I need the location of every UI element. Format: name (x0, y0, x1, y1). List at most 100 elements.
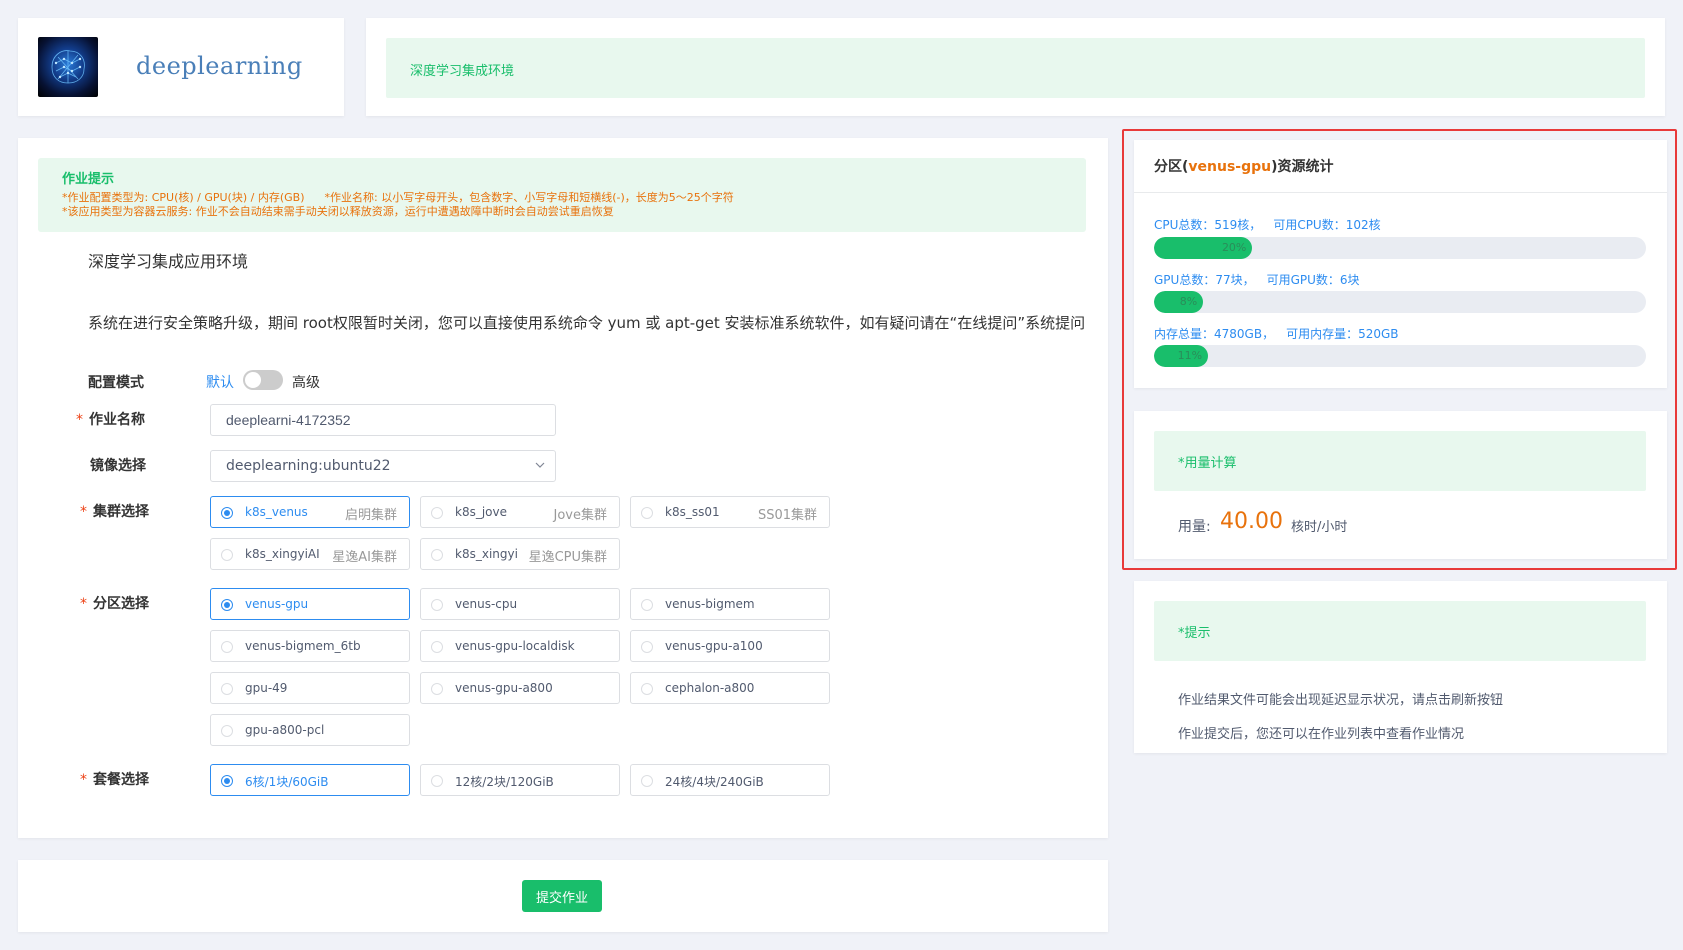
cluster-desc: SS01集群 (757, 508, 817, 523)
config-mode-label: 配置模式 (88, 375, 144, 391)
radio-icon (221, 641, 233, 653)
cpu-stat-label: CPU总数：519核， 可用CPU数：102核 (1154, 218, 1381, 232)
cluster-name: k8s_jove (455, 505, 507, 519)
cpu-progress-percent: 20% (1221, 241, 1247, 254)
radio-icon (431, 775, 443, 787)
usage-title: *用量计算 (1178, 456, 1237, 471)
hint-title-box: *提示 (1154, 601, 1646, 661)
gpu-stat-label: GPU总数：77块， 可用GPU数：6块 (1154, 273, 1360, 287)
job-tips-box: 作业提示 *作业配置类型为: CPU(核) / GPU(块) / 内存(GB) *… (38, 158, 1086, 232)
cpu-progress-fill: 20% (1154, 237, 1253, 259)
cluster-name: k8s_xingyiAI (245, 547, 320, 561)
radio-icon (431, 641, 443, 653)
cluster-desc: Jove集群 (553, 508, 607, 523)
usage-value: 40.00 (1220, 509, 1283, 534)
job-name-label: * 作业名称 (76, 412, 145, 428)
radio-icon (221, 683, 233, 695)
job-form-card: 作业提示 *作业配置类型为: CPU(核) / GPU(块) / 内存(GB) *… (18, 138, 1108, 838)
gpu-progress-bar: 8% (1154, 291, 1646, 313)
partition-label: * 分区选择 (80, 596, 149, 612)
cluster-option-k8s-venus[interactable]: k8s_venus 启明集群 (210, 496, 410, 528)
stats-title: 分区(venus-gpu)资源统计 (1154, 159, 1334, 175)
gpu-progress-percent: 8% (1179, 295, 1198, 308)
submit-card: 提交作业 (18, 860, 1108, 932)
usage-title-box: *用量计算 (1154, 431, 1646, 491)
memory-progress-fill: 11% (1154, 345, 1209, 367)
radio-icon (431, 507, 443, 519)
cluster-option-k8s-jove[interactable]: k8s_jove Jove集群 (420, 496, 620, 528)
tip-line-1: *作业配置类型为: CPU(核) / GPU(块) / 内存(GB) *作业名称:… (62, 191, 1062, 205)
banner-text: 深度学习集成环境 (410, 64, 515, 79)
radio-icon (431, 683, 443, 695)
submit-job-button[interactable]: 提交作业 (522, 880, 602, 912)
chevron-down-icon (535, 462, 545, 468)
cpu-progress-bar: 20% (1154, 237, 1646, 259)
package-name: 12核/2块/120GiB (455, 775, 554, 789)
package-option-24core[interactable]: 24核/4块/240GiB (630, 764, 830, 796)
tip-job-name-rule: *作业名称: 以小写字母开头，包含数字、小写字母和短横线(-)，长度为5～25个… (324, 191, 734, 204)
hint-title: *提示 (1178, 626, 1211, 641)
job-name-input[interactable] (210, 404, 556, 436)
banner-card: 深度学习集成环境 (366, 18, 1665, 116)
partition-option-venus-gpu-a800[interactable]: venus-gpu-a800 (420, 672, 620, 704)
cluster-desc: 星逸CPU集群 (528, 550, 607, 565)
partition-name: cephalon-a800 (665, 681, 755, 695)
partition-option-gpu-49[interactable]: gpu-49 (210, 672, 410, 704)
partition-name: gpu-49 (245, 681, 288, 695)
gpu-progress-fill: 8% (1154, 291, 1204, 313)
radio-icon (641, 599, 653, 611)
logo-card: deeplearning (18, 18, 344, 116)
partition-name: venus-cpu (455, 597, 518, 611)
hint-line-2: 作业提交后，您还可以在作业列表中查看作业情况 (1178, 727, 1465, 742)
partition-option-venus-bigmem-6tb[interactable]: venus-bigmem_6tb (210, 630, 410, 662)
radio-icon (641, 641, 653, 653)
package-option-6core[interactable]: 6核/1块/60GiB (210, 764, 410, 796)
partition-option-venus-gpu-a100[interactable]: venus-gpu-a100 (630, 630, 830, 662)
partition-option-venus-gpu[interactable]: venus-gpu (210, 588, 410, 620)
image-select-value: deeplearning:ubuntu22 (226, 458, 391, 474)
hint-card: *提示 作业结果文件可能会出现延迟显示状况，请点击刷新按钮 作业提交后，您还可以… (1134, 581, 1667, 753)
image-label: 镜像选择 (90, 458, 146, 474)
radio-icon (221, 507, 233, 519)
memory-progress-bar: 11% (1154, 345, 1646, 367)
cluster-name: k8s_ss01 (665, 505, 720, 519)
security-notice: 系统在进行安全策略升级，期间 root权限暂时关闭，您可以直接使用系统命令 yu… (88, 314, 1086, 332)
usage-label: 用量: (1178, 519, 1211, 535)
radio-icon (221, 775, 233, 787)
partition-option-cephalon-a800[interactable]: cephalon-a800 (630, 672, 830, 704)
app-name: deeplearning (136, 52, 303, 80)
divider (1134, 192, 1667, 193)
usage-unit: 核时/小时 (1291, 520, 1348, 535)
cluster-name: k8s_xingyi (455, 547, 518, 561)
resource-stats-card: 分区(venus-gpu)资源统计 CPU总数：519核， 可用CPU数：102核… (1134, 140, 1667, 388)
tips-title: 作业提示 (62, 172, 115, 187)
cluster-desc: 星逸AI集群 (332, 550, 397, 565)
brain-logo-icon (38, 37, 98, 97)
package-option-12core[interactable]: 12核/2块/120GiB (420, 764, 620, 796)
radio-icon (641, 775, 653, 787)
radio-icon (641, 507, 653, 519)
mode-advanced-label[interactable]: 高级 (292, 372, 320, 392)
partition-option-venus-bigmem[interactable]: venus-bigmem (630, 588, 830, 620)
radio-icon (221, 599, 233, 611)
cluster-option-k8s-xingyi[interactable]: k8s_xingyi 星逸CPU集群 (420, 538, 620, 570)
cluster-option-k8s-xingyiai[interactable]: k8s_xingyiAI 星逸AI集群 (210, 538, 410, 570)
radio-icon (431, 599, 443, 611)
mode-default-label[interactable]: 默认 (206, 372, 234, 392)
memory-stat-label: 内存总量：4780GB， 可用内存量：520GB (1154, 327, 1399, 341)
partition-option-gpu-a800-pcl[interactable]: gpu-a800-pcl (210, 714, 410, 746)
radio-icon (221, 549, 233, 561)
partition-name: gpu-a800-pcl (245, 723, 325, 737)
partition-name: venus-bigmem (665, 597, 755, 611)
radio-icon (431, 549, 443, 561)
image-select[interactable]: deeplearning:ubuntu22 (210, 450, 556, 482)
partition-name: venus-gpu-a100 (665, 639, 763, 653)
partition-option-venus-cpu[interactable]: venus-cpu (420, 588, 620, 620)
package-name: 24核/4块/240GiB (665, 775, 764, 789)
config-mode-toggle[interactable] (243, 370, 283, 390)
cluster-option-k8s-ss01[interactable]: k8s_ss01 SS01集群 (630, 496, 830, 528)
cluster-label: * 集群选择 (80, 504, 149, 520)
radio-icon (641, 683, 653, 695)
partition-option-venus-gpu-localdisk[interactable]: venus-gpu-localdisk (420, 630, 620, 662)
app-title: 深度学习集成应用环境 (88, 252, 249, 271)
